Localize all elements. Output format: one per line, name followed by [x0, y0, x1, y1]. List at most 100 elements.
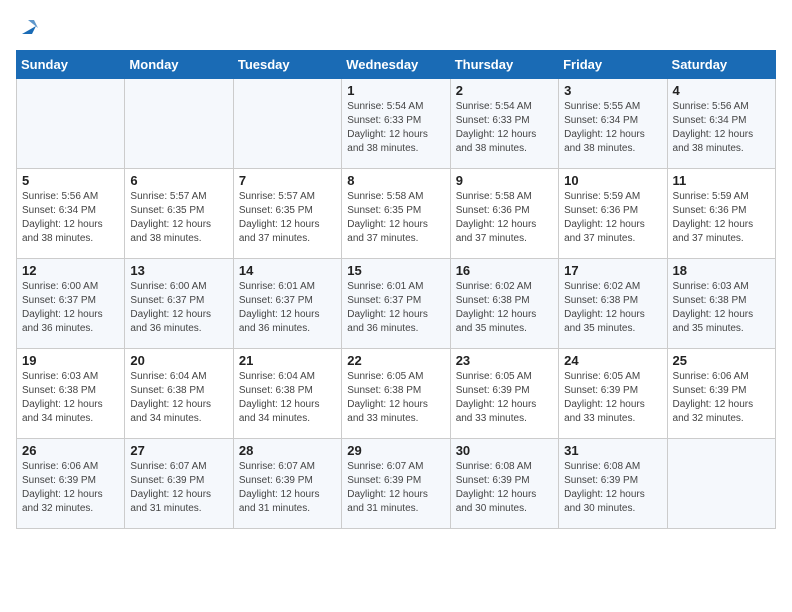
day-number: 19: [22, 353, 119, 368]
day-cell-11: 11 Sunrise: 5:59 AM Sunset: 6:36 PM Dayli…: [667, 169, 775, 259]
calendar-header: SundayMondayTuesdayWednesdayThursdayFrid…: [17, 51, 776, 79]
day-cell-1: 1Sunrise: 5:54 AM Sunset: 6:33 PM Daylig…: [342, 79, 450, 169]
day-cell-27: 27Sunrise: 6:07 AM Sunset: 6:39 PM Dayli…: [125, 439, 233, 529]
day-number: 9: [456, 173, 553, 188]
day-info: Sunrise: 6:00 AM Sunset: 6:37 PM Dayligh…: [22, 280, 119, 336]
day-number: 12: [22, 263, 119, 278]
day-number: 4: [673, 83, 770, 98]
day-number: 23: [456, 353, 553, 368]
day-number: 21: [239, 353, 336, 368]
weekday-header-thursday: Thursday: [450, 51, 558, 79]
weekday-header-friday: Friday: [559, 51, 667, 79]
day-cell-17: 17 Sunrise: 6:02 AM Sunset: 6:38 PM Dayli…: [559, 259, 667, 349]
page-container: SundayMondayTuesdayWednesdayThursdayFrid…: [0, 0, 792, 539]
day-info: Sunrise: 6:03 AM Sunset: 6:38 PM Dayligh…: [673, 280, 770, 336]
day-info: Sunrise: 6:07 AM Sunset: 6:39 PM Dayligh…: [347, 460, 444, 516]
day-cell-19: 19 Sunrise: 6:03 AM Sunset: 6:38 PM Dayli…: [17, 349, 125, 439]
day-info: Sunrise: 6:03 AM Sunset: 6:38 PM Dayligh…: [22, 370, 119, 426]
day-cell-5: 5 Sunrise: 5:56 AM Sunset: 6:34 PM Daylig…: [17, 169, 125, 259]
week-row-5: 26 Sunrise: 6:06 AM Sunset: 6:39 PM Dayli…: [17, 439, 776, 529]
calendar-body: 1 Sunrise: 5:54 AM Sunset: 6:33 PM Daylig…: [17, 79, 776, 529]
day-cell-6: 6 Sunrise: 5:57 AM Sunset: 6:35 PM Daylig…: [125, 169, 233, 259]
day-number: 14: [239, 263, 336, 278]
page-header: [16, 16, 776, 38]
day-cell-20: 20 Sunrise: 6:04 AM Sunset: 6:38 PM Dayli…: [125, 349, 233, 439]
day-number: 29: [347, 443, 444, 458]
day-number: 20: [130, 353, 227, 368]
empty-cell: [17, 79, 125, 169]
day-number: 3: [564, 83, 661, 98]
day-number: 24: [564, 353, 661, 368]
day-info: Sunrise: 5:58 AM Sunset: 6:35 PM Dayligh…: [347, 190, 444, 246]
day-info: Sunrise: 5:57 AM Sunset: 6:35 PM Dayligh…: [130, 190, 227, 246]
week-row-3: 12 Sunrise: 6:00 AM Sunset: 6:37 PM Dayli…: [17, 259, 776, 349]
calendar-table: SundayMondayTuesdayWednesdayThursdayFrid…: [16, 50, 776, 529]
day-number: 18: [673, 263, 770, 278]
day-info: Sunrise: 6:04 AM Sunset: 6:38 PM Dayligh…: [239, 370, 336, 426]
day-number: 6: [130, 173, 227, 188]
day-number: 17: [564, 263, 661, 278]
day-number: 31: [564, 443, 661, 458]
logo-icon: [18, 16, 40, 38]
empty-cell: [233, 79, 341, 169]
day-number: 11: [673, 173, 770, 188]
day-info: Sunrise: 5:54 AM Sunset: 6:33 PM Dayligh…: [456, 100, 553, 156]
day-cell-4: 4 Sunrise: 5:56 AM Sunset: 6:34 PM Daylig…: [667, 79, 775, 169]
day-info: Sunrise: 6:05 AM Sunset: 6:39 PM Dayligh…: [564, 370, 661, 426]
day-number: 16: [456, 263, 553, 278]
day-cell-16: 16 Sunrise: 6:02 AM Sunset: 6:38 PM Dayli…: [450, 259, 558, 349]
weekday-header-saturday: Saturday: [667, 51, 775, 79]
day-cell-2: 2 Sunrise: 5:54 AM Sunset: 6:33 PM Daylig…: [450, 79, 558, 169]
day-cell-30: 30Sunrise: 6:08 AM Sunset: 6:39 PM Dayli…: [450, 439, 558, 529]
day-cell-10: 10 Sunrise: 5:59 AM Sunset: 6:36 PM Dayli…: [559, 169, 667, 259]
day-info: Sunrise: 6:05 AM Sunset: 6:39 PM Dayligh…: [456, 370, 553, 426]
day-info: Sunrise: 6:06 AM Sunset: 6:39 PM Dayligh…: [22, 460, 119, 516]
day-info: Sunrise: 6:05 AM Sunset: 6:38 PM Dayligh…: [347, 370, 444, 426]
day-info: Sunrise: 5:55 AM Sunset: 6:34 PM Dayligh…: [564, 100, 661, 156]
week-row-2: 5 Sunrise: 5:56 AM Sunset: 6:34 PM Daylig…: [17, 169, 776, 259]
logo: [16, 16, 40, 38]
empty-cell: [667, 439, 775, 529]
weekday-header-row: SundayMondayTuesdayWednesdayThursdayFrid…: [17, 51, 776, 79]
day-info: Sunrise: 6:01 AM Sunset: 6:37 PM Dayligh…: [239, 280, 336, 336]
day-number: 22: [347, 353, 444, 368]
weekday-header-monday: Monday: [125, 51, 233, 79]
empty-cell: [125, 79, 233, 169]
weekday-header-tuesday: Tuesday: [233, 51, 341, 79]
day-info: Sunrise: 5:56 AM Sunset: 6:34 PM Dayligh…: [22, 190, 119, 246]
day-number: 1: [347, 83, 444, 98]
weekday-header-sunday: Sunday: [17, 51, 125, 79]
day-cell-14: 14 Sunrise: 6:01 AM Sunset: 6:37 PM Dayli…: [233, 259, 341, 349]
day-info: Sunrise: 5:59 AM Sunset: 6:36 PM Dayligh…: [673, 190, 770, 246]
day-cell-28: 28Sunrise: 6:07 AM Sunset: 6:39 PM Dayli…: [233, 439, 341, 529]
day-number: 8: [347, 173, 444, 188]
day-info: Sunrise: 5:58 AM Sunset: 6:36 PM Dayligh…: [456, 190, 553, 246]
week-row-4: 19 Sunrise: 6:03 AM Sunset: 6:38 PM Dayli…: [17, 349, 776, 439]
day-number: 7: [239, 173, 336, 188]
day-number: 2: [456, 83, 553, 98]
day-number: 5: [22, 173, 119, 188]
day-cell-31: 31Sunrise: 6:08 AM Sunset: 6:39 PM Dayli…: [559, 439, 667, 529]
day-cell-24: 24 Sunrise: 6:05 AM Sunset: 6:39 PM Dayli…: [559, 349, 667, 439]
day-info: Sunrise: 6:02 AM Sunset: 6:38 PM Dayligh…: [456, 280, 553, 336]
day-cell-18: 18 Sunrise: 6:03 AM Sunset: 6:38 PM Dayli…: [667, 259, 775, 349]
day-cell-23: 23 Sunrise: 6:05 AM Sunset: 6:39 PM Dayli…: [450, 349, 558, 439]
day-info: Sunrise: 6:00 AM Sunset: 6:37 PM Dayligh…: [130, 280, 227, 336]
day-number: 28: [239, 443, 336, 458]
day-info: Sunrise: 6:02 AM Sunset: 6:38 PM Dayligh…: [564, 280, 661, 336]
day-info: Sunrise: 5:56 AM Sunset: 6:34 PM Dayligh…: [673, 100, 770, 156]
day-cell-26: 26 Sunrise: 6:06 AM Sunset: 6:39 PM Dayli…: [17, 439, 125, 529]
day-number: 30: [456, 443, 553, 458]
day-cell-12: 12 Sunrise: 6:00 AM Sunset: 6:37 PM Dayli…: [17, 259, 125, 349]
day-cell-7: 7Sunrise: 5:57 AM Sunset: 6:35 PM Daylig…: [233, 169, 341, 259]
day-info: Sunrise: 6:01 AM Sunset: 6:37 PM Dayligh…: [347, 280, 444, 336]
day-number: 10: [564, 173, 661, 188]
day-cell-9: 9 Sunrise: 5:58 AM Sunset: 6:36 PM Daylig…: [450, 169, 558, 259]
day-number: 26: [22, 443, 119, 458]
week-row-1: 1 Sunrise: 5:54 AM Sunset: 6:33 PM Daylig…: [17, 79, 776, 169]
day-cell-25: 25Sunrise: 6:06 AM Sunset: 6:39 PM Dayli…: [667, 349, 775, 439]
day-info: Sunrise: 6:04 AM Sunset: 6:38 PM Dayligh…: [130, 370, 227, 426]
day-cell-22: 22 Sunrise: 6:05 AM Sunset: 6:38 PM Dayli…: [342, 349, 450, 439]
day-info: Sunrise: 5:59 AM Sunset: 6:36 PM Dayligh…: [564, 190, 661, 246]
day-cell-29: 29 Sunrise: 6:07 AM Sunset: 6:39 PM Dayli…: [342, 439, 450, 529]
